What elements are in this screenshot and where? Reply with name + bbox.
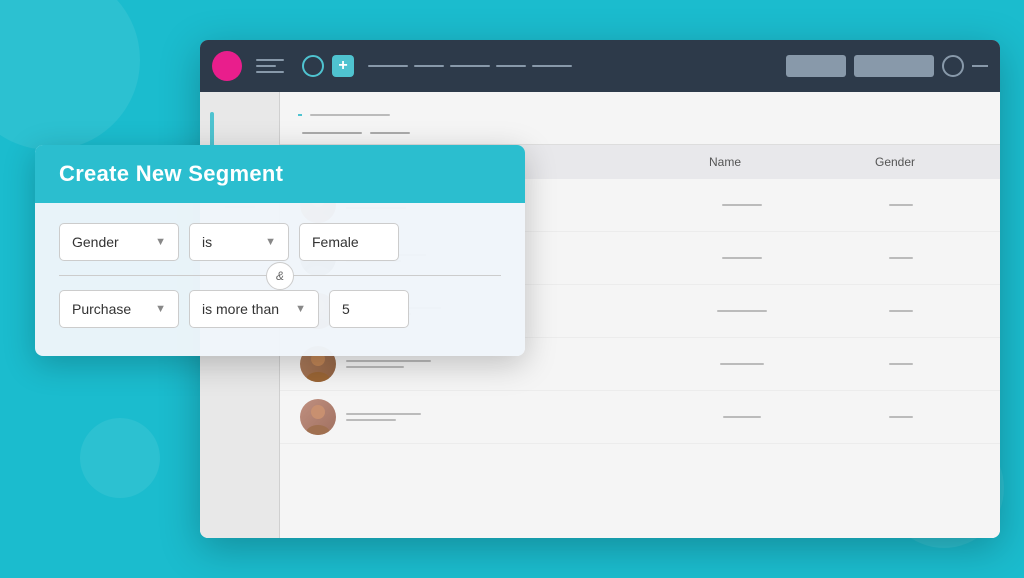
breadcrumb-accent [298,114,302,116]
add-icon[interactable]: + [332,55,354,77]
email-value [346,413,421,415]
gender-cell [822,416,981,418]
segment-row-2: Purchase ▼ is more than ▼ 5 [59,290,501,328]
operator-dropdown-is-label: is [202,234,212,250]
nav-item [450,65,490,67]
breadcrumb-text [310,114,390,116]
nav-item [414,65,444,67]
chevron-down-icon: ▼ [155,236,166,248]
email-cell [346,413,663,421]
name-cell [663,257,822,259]
app-logo [212,51,242,81]
gender-value [889,257,913,259]
name-cell [663,204,822,206]
table-row [280,391,1000,444]
gender-value [889,363,913,365]
email-value-sub [346,366,404,368]
field-dropdown-gender[interactable]: Gender ▼ [59,223,179,261]
name-value [717,310,767,312]
gender-value [889,416,913,418]
field-dropdown-purchase[interactable]: Purchase ▼ [59,290,179,328]
gender-cell [822,257,981,259]
segment-connector: & [59,275,501,276]
search-icon[interactable] [302,55,324,77]
name-cell [663,416,822,418]
value-field-female[interactable]: Female [299,223,399,261]
window-controls [786,55,988,77]
segment-row-1: Gender ▼ is ▼ Female [59,223,501,261]
toolbar-button[interactable] [786,55,846,77]
segment-panel: Create New Segment Gender ▼ is ▼ Female … [35,145,525,356]
bg-decoration [80,418,160,498]
name-value [722,257,762,259]
email-value [346,360,431,362]
email-cell [346,360,663,368]
chevron-down-icon: ▼ [265,236,276,248]
column-header-gender: Gender [810,155,980,169]
segment-panel-title: Create New Segment [35,145,525,203]
column-header-name: Name [640,155,810,169]
field-dropdown-gender-label: Gender [72,234,119,250]
bg-decoration [0,0,140,150]
operator-dropdown-is[interactable]: is ▼ [189,223,289,261]
toolbar-button[interactable] [854,55,934,77]
chevron-down-icon: ▼ [155,303,166,315]
nav-item [496,65,526,67]
value-field-five[interactable]: 5 [329,290,409,328]
title-bar: + [200,40,1000,92]
avatar [300,399,336,435]
gender-value [889,310,913,312]
chevron-down-icon: ▼ [295,303,306,315]
nav-item [532,65,572,67]
field-dropdown-purchase-label: Purchase [72,301,131,317]
breadcrumb-bar [280,92,1000,145]
segment-panel-body: Gender ▼ is ▼ Female & Purchase ▼ is mor… [35,203,525,328]
gender-cell [822,363,981,365]
gender-cell [822,204,981,206]
name-cell [663,363,822,365]
operator-dropdown-morethan[interactable]: is more than ▼ [189,290,319,328]
name-value [722,204,762,206]
name-value [720,363,764,365]
name-cell [663,310,822,312]
menu-icon[interactable] [256,59,284,73]
name-value [723,416,761,418]
toolbar-icons: + [302,55,354,77]
gender-cell [822,310,981,312]
operator-dropdown-morethan-label: is more than [202,301,279,317]
gender-value [889,204,913,206]
minimize-icon[interactable] [972,65,988,67]
breadcrumb-sub [302,132,362,134]
nav-item [368,65,408,67]
toolbar-dashes [368,65,776,67]
email-value-sub [346,419,396,421]
breadcrumb-sub [370,132,410,134]
user-icon[interactable] [942,55,964,77]
connector-badge: & [266,262,294,290]
